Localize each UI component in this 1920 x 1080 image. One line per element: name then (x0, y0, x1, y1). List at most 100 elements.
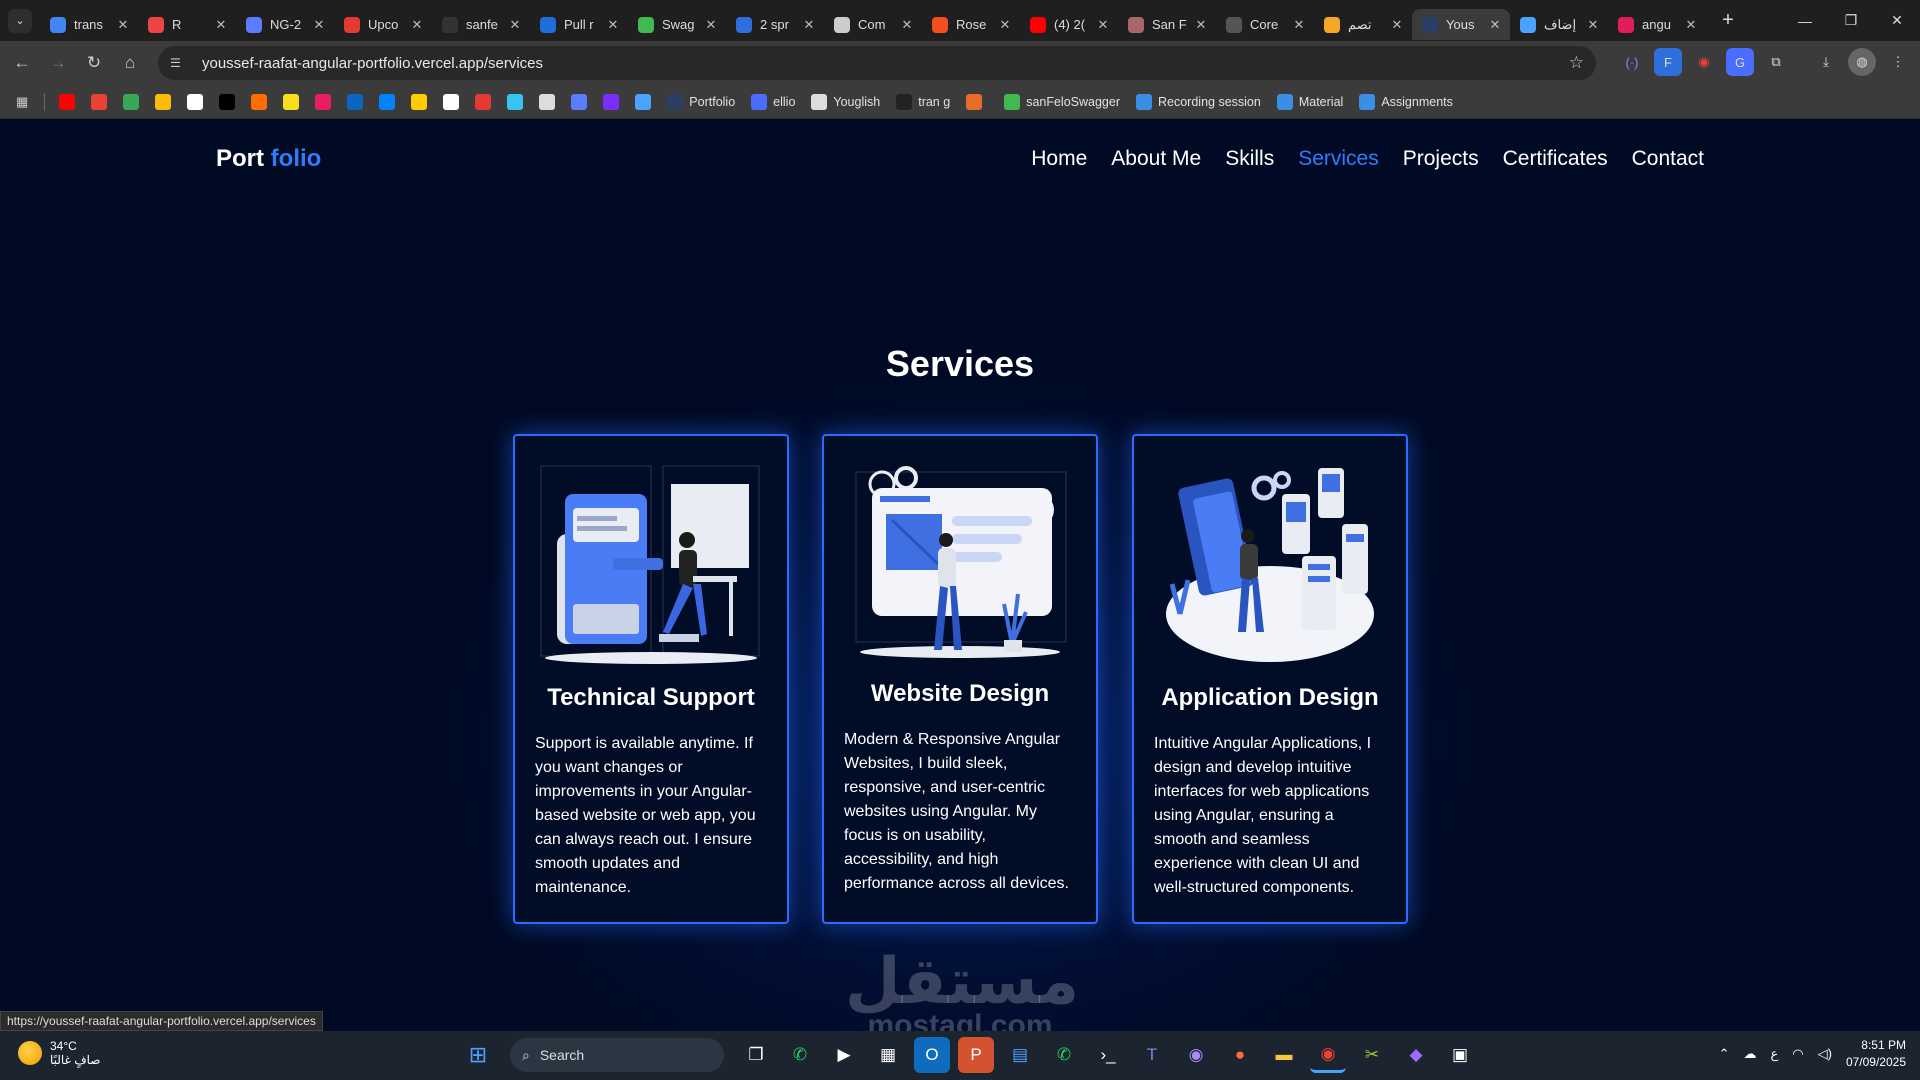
restore-icon[interactable]: ❐ (1828, 0, 1874, 41)
clock[interactable]: 8:51 PM 07/09/2025 (1846, 1037, 1906, 1071)
tray-chevron-icon[interactable]: ⌃ (1719, 1046, 1730, 1062)
browser-tab[interactable]: إضاف ✕ (1510, 9, 1608, 40)
bookmark-favicon-icon[interactable] (603, 93, 620, 110)
tab-close-icon[interactable]: ✕ (1292, 17, 1306, 33)
whatsapp-icon[interactable]: ✆ (782, 1037, 818, 1073)
browser-tab[interactable]: تصم ✕ (1314, 9, 1412, 40)
bookmark-favicon-icon[interactable] (91, 93, 108, 110)
wifi-icon[interactable]: ◠ (1792, 1046, 1803, 1062)
tab-close-icon[interactable]: ✕ (1096, 17, 1110, 33)
bookmark-favicon-icon[interactable] (539, 93, 556, 110)
back-icon[interactable]: ← (4, 45, 40, 81)
site-logo[interactable]: Port folio (216, 145, 321, 173)
bookmark-favicon-icon[interactable] (379, 93, 396, 110)
browser-tab[interactable]: NG-2 ✕ (236, 9, 334, 40)
reload-icon[interactable]: ↻ (76, 45, 112, 81)
home-icon[interactable]: ⌂ (112, 45, 148, 81)
calculator-icon[interactable]: ▦ (870, 1037, 906, 1073)
bookmark-favicon-icon[interactable] (155, 93, 172, 110)
bookmark-favicon-icon[interactable] (283, 93, 300, 110)
tab-close-icon[interactable]: ✕ (410, 17, 424, 33)
bookmark-favicon-icon[interactable] (571, 93, 588, 110)
nav-link-home[interactable]: Home (1031, 147, 1087, 171)
github-desktop-icon[interactable]: ◉ (1178, 1037, 1214, 1073)
nav-link-skills[interactable]: Skills (1225, 147, 1274, 171)
terminal-icon[interactable]: ›_ (1090, 1037, 1126, 1073)
address-bar[interactable]: ☰ youssef-raafat-angular-portfolio.verce… (158, 46, 1596, 80)
bookmark-favicon-icon[interactable] (635, 93, 652, 110)
browser-tab[interactable]: Yous ✕ (1412, 9, 1510, 40)
tab-close-icon[interactable]: ✕ (1390, 17, 1404, 33)
tab-close-icon[interactable]: ✕ (900, 17, 914, 33)
bookmark-favicon-icon[interactable] (443, 93, 460, 110)
bookmark-link[interactable] (966, 93, 988, 110)
browser-tab[interactable]: sanfe ✕ (432, 9, 530, 40)
nav-link-projects[interactable]: Projects (1403, 147, 1479, 171)
url-text[interactable]: youssef-raafat-angular-portfolio.vercel.… (202, 55, 543, 72)
bookmark-favicon-icon[interactable] (59, 93, 76, 110)
chrome-icon[interactable]: ◉ (1310, 1037, 1346, 1073)
bookmark-favicon-icon[interactable] (123, 93, 140, 110)
browser-tab[interactable]: Upco ✕ (334, 9, 432, 40)
postman-icon[interactable]: ● (1222, 1037, 1258, 1073)
apps-grid-icon[interactable]: ▦ (16, 94, 28, 110)
bookmark-favicon-icon[interactable] (251, 93, 268, 110)
browser-tab[interactable]: Rose ✕ (922, 9, 1020, 40)
browser-tab[interactable]: Core ✕ (1216, 9, 1314, 40)
media-player-icon[interactable]: ▶ (826, 1037, 862, 1073)
bookmark-link[interactable]: Assignments (1359, 93, 1453, 110)
whatsapp-business-icon[interactable]: ✆ (1046, 1037, 1082, 1073)
bookmark-link[interactable]: Youglish (811, 93, 880, 110)
minimize-icon[interactable]: — (1782, 0, 1828, 41)
browser-tab[interactable]: 2 spr ✕ (726, 9, 824, 40)
profile-avatar[interactable]: ◍ (1848, 48, 1876, 76)
forward-icon[interactable]: → (40, 45, 76, 81)
tab-search-button[interactable]: ⌄ (8, 8, 32, 33)
download-icon[interactable]: ⤓ (1812, 48, 1840, 76)
nav-link-about-me[interactable]: About Me (1111, 147, 1201, 171)
bookmark-favicon-icon[interactable] (315, 93, 332, 110)
taskbar-search[interactable]: ⌕ Search (510, 1038, 724, 1072)
bookmark-favicon-icon[interactable] (411, 93, 428, 110)
bookmark-favicon-icon[interactable] (187, 93, 204, 110)
bookmark-favicon-icon[interactable] (475, 93, 492, 110)
tab-close-icon[interactable]: ✕ (1684, 17, 1698, 33)
new-tab-button[interactable]: + (1716, 9, 1740, 32)
browser-tab[interactable]: Com ✕ (824, 9, 922, 40)
browser-tab[interactable]: trans ✕ (40, 9, 138, 40)
nav-link-contact[interactable]: Contact (1632, 147, 1704, 171)
menu-kebab-icon[interactable]: ⋮ (1884, 48, 1912, 76)
translate-icon[interactable]: G (1726, 48, 1754, 76)
browser-tab[interactable]: Swag ✕ (628, 9, 726, 40)
bookmark-link[interactable]: Material (1276, 93, 1343, 110)
tab-close-icon[interactable]: ✕ (1488, 17, 1502, 33)
tab-close-icon[interactable]: ✕ (606, 17, 620, 33)
weather-widget[interactable]: 34°C صافٍ غالبًا (18, 1039, 100, 1067)
browser-tab[interactable]: (4) 2(✕ (1020, 9, 1118, 40)
tab-close-icon[interactable]: ✕ (312, 17, 326, 33)
bookmark-favicon-icon[interactable] (347, 93, 364, 110)
bookmark-link[interactable]: Recording session (1136, 93, 1261, 110)
browser-tab[interactable]: R ✕ (138, 9, 236, 40)
close-window-icon[interactable]: ✕ (1874, 0, 1920, 41)
bookmark-favicon-icon[interactable] (507, 93, 524, 110)
tab-close-icon[interactable]: ✕ (508, 17, 522, 33)
bookmark-link[interactable]: sanFeloSwagger (1004, 93, 1120, 110)
nav-link-certificates[interactable]: Certificates (1503, 147, 1608, 171)
notepad-icon[interactable]: ▤ (1002, 1037, 1038, 1073)
visual-studio-icon[interactable]: ◆ (1398, 1037, 1434, 1073)
file-explorer-icon[interactable]: ▬ (1266, 1037, 1302, 1073)
extension-icon[interactable]: (·) (1618, 48, 1646, 76)
volume-icon[interactable]: ◁) (1818, 1046, 1832, 1062)
tab-close-icon[interactable]: ✕ (998, 17, 1012, 33)
tab-close-icon[interactable]: ✕ (116, 17, 130, 33)
extensions-puzzle-icon[interactable]: ⧉ (1762, 48, 1790, 76)
tab-close-icon[interactable]: ✕ (704, 17, 718, 33)
teams-icon[interactable]: T (1134, 1037, 1170, 1073)
outlook-icon[interactable]: O (914, 1037, 950, 1073)
browser-tab[interactable]: San F ✕ (1118, 9, 1216, 40)
tab-close-icon[interactable]: ✕ (214, 17, 228, 33)
tab-close-icon[interactable]: ✕ (1194, 17, 1208, 33)
start-windows-icon[interactable]: ⊞ (460, 1037, 496, 1073)
bookmark-favicon-icon[interactable] (219, 93, 236, 110)
